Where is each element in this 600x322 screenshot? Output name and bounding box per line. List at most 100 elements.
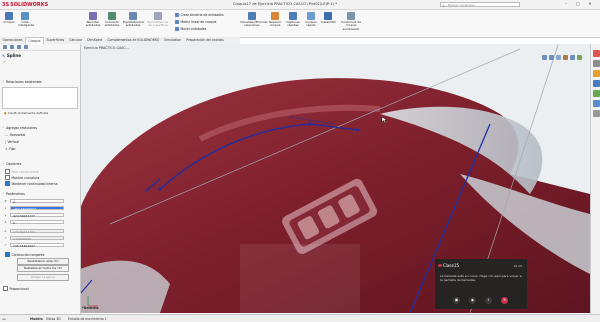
camera-button[interactable]: ▣	[453, 297, 460, 304]
forum-icon[interactable]	[592, 110, 600, 117]
vertical-relation-icon: |	[5, 140, 7, 144]
ribbon-item-move-entities[interactable]: Mover entidades	[175, 27, 206, 31]
microphone-button[interactable]: ◉	[469, 297, 476, 304]
options-header[interactable]: ⌃ Opciones	[2, 162, 21, 166]
fix-relation-icon: ⚓	[5, 147, 8, 151]
tangent-weight-field[interactable]: 0.00000000	[10, 236, 64, 241]
solidworks-resources-icon[interactable]	[592, 50, 600, 57]
option-maintain-continuity[interactable]: Mantener continuidad interna	[5, 181, 58, 186]
curvature-field[interactable]: 0	[10, 220, 64, 225]
ribbon-button-convert-entities[interactable]: Convertir entidades	[104, 12, 120, 28]
nav-arrows-icon[interactable]: ◂ ▸	[2, 317, 6, 321]
solidworks-logo[interactable]: 3S SOLIDWORKS	[2, 1, 48, 8]
property-manager-icon[interactable]	[10, 45, 14, 49]
ribbon-item-mirror-entities[interactable]: Crear simetría de entidades	[175, 13, 224, 17]
ribbon-label: Contornos de croquis sombreado	[340, 20, 362, 31]
y-coordinate-field[interactable]: 429.30637477	[10, 213, 64, 218]
ribbon-button-shaded-contours[interactable]: Contornos de croquis sombreado	[338, 12, 364, 31]
tab-dimxpert[interactable]: DimXpert	[85, 37, 105, 44]
ribbon-button-croquis[interactable]: Croquis	[3, 12, 15, 24]
view-palette-icon[interactable]	[592, 80, 600, 87]
x-coordinate-field[interactable]: -462.58225957	[10, 206, 64, 211]
scene-icon[interactable]	[577, 55, 582, 60]
reset-this-handle-button[interactable]: Restablecer este ctrl	[17, 258, 69, 265]
tangent-angle-field[interactable]: 178.89232704	[10, 229, 64, 234]
checkbox[interactable]	[5, 175, 10, 180]
section-view-icon[interactable]	[556, 55, 561, 60]
proportional-option[interactable]: Proporcional	[3, 286, 29, 291]
reset-all-handles-button[interactable]: Restablecer todos los ctrl	[17, 265, 69, 272]
ribbon-button-repair-sketch[interactable]: Reparar croquis	[268, 12, 282, 28]
tab-simulation[interactable]: Simulation	[162, 37, 184, 44]
chevron-up-icon: ⌃	[2, 192, 5, 196]
option-show-curvature[interactable]: Mostrar curvatura	[5, 175, 39, 180]
minimize-button[interactable]: –	[562, 1, 570, 7]
tab-calcular[interactable]: Calcular	[67, 37, 85, 44]
zoom-to-area-icon[interactable]	[549, 55, 554, 60]
ribbon-button-instant2d[interactable]: Instant2D	[321, 12, 336, 24]
ribbon-button-smart-dimension[interactable]: Cota inteligente	[18, 12, 34, 28]
tab-model[interactable]: Modelo	[30, 317, 43, 321]
tangent-driving-option[interactable]: Conducción tangente	[5, 252, 45, 257]
parameters-header[interactable]: ⌃ Parámetros	[2, 192, 25, 196]
call-message[interactable]: La llamada está en curso. Haga clic aquí…	[440, 274, 522, 283]
custom-properties-icon[interactable]	[592, 100, 600, 107]
tab-croquis[interactable]: Croquis	[25, 37, 45, 44]
checkbox[interactable]	[5, 169, 10, 174]
close-window-button[interactable]: ✕	[586, 1, 594, 7]
configuration-manager-icon[interactable]	[17, 45, 21, 49]
search-commands-input[interactable]: ⌕ Buscar comandos	[440, 1, 520, 8]
relation-horizontal[interactable]: — Horizontal	[5, 133, 25, 137]
ribbon-button-trim-entities[interactable]: Recortar entidades	[85, 12, 101, 28]
option-for-construction[interactable]: Para construcción	[5, 169, 39, 174]
checkbox[interactable]	[3, 286, 8, 291]
spline-point[interactable]	[308, 122, 312, 126]
existing-relations-header[interactable]: ⌃ Relaciones existentes	[2, 80, 42, 84]
ribbon-button-quick-snaps[interactable]: Capturas rápidas	[285, 12, 301, 28]
dimxpert-manager-icon[interactable]	[24, 45, 28, 49]
share-screen-button[interactable]: ⇪	[485, 297, 492, 304]
tab-complementos[interactable]: Complementos de SOLIDWORKS	[105, 37, 162, 44]
add-relations-header[interactable]: ⌃ Agregar relaciones	[2, 126, 37, 130]
view-orientation-icon[interactable]	[570, 55, 575, 60]
option-label: Mantener continuidad interna	[11, 181, 58, 186]
ribbon-item-linear-pattern[interactable]: Matriz lineal de croquis	[175, 20, 216, 24]
tab-3d-views[interactable]: Vistas 3D	[46, 317, 61, 321]
design-library-icon[interactable]	[592, 60, 600, 67]
panel-title: ∿ Spline	[2, 53, 21, 58]
relation-vertical[interactable]: | Vertical	[5, 140, 19, 144]
ribbon-label: Mover entidades	[180, 27, 207, 31]
search-icon: ⌕	[442, 2, 445, 8]
relation-fix[interactable]: ⚓ Fijar	[5, 147, 16, 151]
zoom-to-fit-icon[interactable]	[542, 55, 547, 60]
ribbon-button-display-relations[interactable]: Visualizar/Eliminar relaciones	[240, 12, 268, 28]
ribbon-button-rapid-sketch[interactable]: Croquis rápido	[304, 12, 318, 28]
existing-relations-list[interactable]	[2, 87, 78, 109]
hang-up-button[interactable]: ✆	[501, 297, 508, 304]
quick-snaps-icon	[289, 12, 297, 20]
point-number-field[interactable]: 2	[10, 199, 64, 204]
tangent-radial-field[interactable]: 135.33363997	[10, 243, 64, 248]
translucent-overlay	[240, 244, 360, 313]
ok-check-icon[interactable]: ✓	[3, 59, 6, 64]
checkbox[interactable]	[5, 181, 10, 186]
teams-call-notification[interactable]: Clase15 10:19 La llamada está en curso. …	[435, 259, 527, 309]
file-explorer-icon[interactable]	[592, 70, 600, 77]
tab-analysis-prep[interactable]: Preparación del análisis	[184, 37, 227, 44]
offset-surface-icon	[154, 12, 162, 20]
relax-spline-button[interactable]: Relajar la spline	[17, 274, 69, 281]
spline-point[interactable]	[158, 187, 162, 191]
tab-operaciones[interactable]: Operaciones	[0, 37, 25, 44]
appearances-icon[interactable]	[592, 90, 600, 97]
spline-handle-point[interactable]	[356, 128, 360, 132]
ribbon-button-offset-on-surface[interactable]: Equidistanciar en superficie	[147, 12, 169, 28]
property-manager-panel: ∿ Spline ✓ ⌃ Relaciones existentes ● Insuf…	[0, 44, 81, 314]
display-style-icon[interactable]	[563, 55, 568, 60]
maximize-button[interactable]: □	[574, 1, 582, 7]
feature-tree-path[interactable]: Ejercicio PRACTICO-CASC...	[84, 46, 129, 50]
ribbon-button-offset-entities[interactable]: Equidistanciar entidades	[123, 12, 144, 28]
checkbox[interactable]	[5, 252, 10, 257]
tab-motion-study[interactable]: Estudio de movimiento 1	[68, 317, 107, 321]
feature-manager-icon[interactable]	[3, 45, 7, 49]
tab-superficies[interactable]: Superficies	[44, 37, 67, 44]
